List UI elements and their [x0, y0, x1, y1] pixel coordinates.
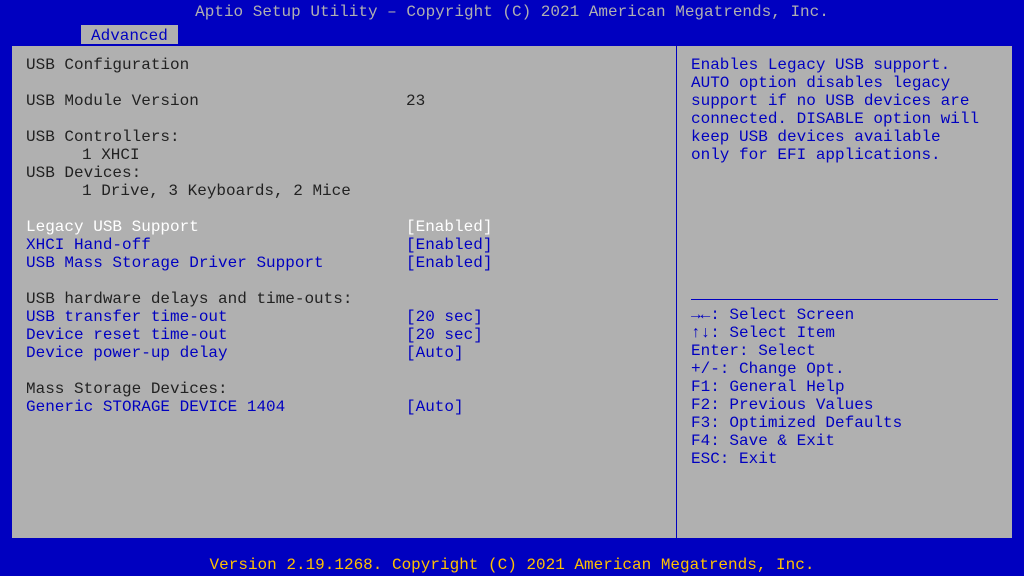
module-version-label: USB Module Version — [26, 92, 406, 110]
divider — [691, 299, 998, 300]
option-mass-storage-driver[interactable]: USB Mass Storage Driver Support [Enabled… — [26, 254, 662, 272]
help-line: keep USB devices available — [691, 128, 941, 146]
help-line: only for EFI applications. — [691, 146, 941, 164]
help-line: support if no USB devices are — [691, 92, 969, 110]
module-version-value: 23 — [406, 92, 662, 110]
help-pane: Enables Legacy USB support. AUTO option … — [677, 46, 1012, 538]
main-frame: USB Configuration USB Module Version 23 … — [10, 44, 1014, 540]
option-label: USB transfer time-out — [26, 308, 406, 326]
option-storage-device[interactable]: Generic STORAGE DEVICE 1404 [Auto] — [26, 398, 662, 416]
devices-label: USB Devices: — [26, 164, 406, 182]
footer-bar: Version 2.19.1268. Copyright (C) 2021 Am… — [0, 554, 1024, 576]
footer-text: Version 2.19.1268. Copyright (C) 2021 Am… — [210, 556, 815, 574]
option-label: Legacy USB Support — [26, 218, 406, 236]
option-label: Generic STORAGE DEVICE 1404 — [26, 398, 406, 416]
option-value: [Enabled] — [406, 236, 662, 254]
key-esc: ESC: Exit — [691, 450, 777, 468]
option-reset-timeout[interactable]: Device reset time-out [20 sec] — [26, 326, 662, 344]
option-xhci-handoff[interactable]: XHCI Hand-off [Enabled] — [26, 236, 662, 254]
mass-storage-label: Mass Storage Devices: — [26, 380, 406, 398]
option-legacy-usb[interactable]: Legacy USB Support [Enabled] — [26, 218, 662, 236]
help-line: connected. DISABLE option will — [691, 110, 979, 128]
option-label: USB Mass Storage Driver Support — [26, 254, 406, 272]
delays-label: USB hardware delays and time-outs: — [26, 290, 406, 308]
option-label: Device power-up delay — [26, 344, 406, 362]
option-value: [Enabled] — [406, 254, 662, 272]
title-bar: Aptio Setup Utility – Copyright (C) 2021… — [0, 0, 1024, 24]
key-select-screen: →←: Select Screen — [691, 306, 854, 324]
option-label: XHCI Hand-off — [26, 236, 406, 254]
help-line: Enables Legacy USB support. — [691, 56, 950, 74]
option-powerup-delay[interactable]: Device power-up delay [Auto] — [26, 344, 662, 362]
option-value: [Auto] — [406, 398, 662, 416]
help-line: AUTO option disables legacy — [691, 74, 950, 92]
key-f2: F2: Previous Values — [691, 396, 873, 414]
settings-pane: USB Configuration USB Module Version 23 … — [12, 46, 677, 538]
option-value: [Auto] — [406, 344, 662, 362]
option-value: [20 sec] — [406, 308, 662, 326]
tab-row: Advanced — [0, 24, 1024, 46]
key-legend: →←: Select Screen ↑↓: Select Item Enter:… — [691, 306, 998, 468]
option-transfer-timeout[interactable]: USB transfer time-out [20 sec] — [26, 308, 662, 326]
section-title: USB Configuration — [26, 56, 406, 74]
key-select-item: ↑↓: Select Item — [691, 324, 835, 342]
title-text: Aptio Setup Utility – Copyright (C) 2021… — [195, 3, 829, 21]
controllers-label: USB Controllers: — [26, 128, 406, 146]
key-f4: F4: Save & Exit — [691, 432, 835, 450]
key-enter: Enter: Select — [691, 342, 816, 360]
key-f1: F1: General Help — [691, 378, 845, 396]
option-value: [20 sec] — [406, 326, 662, 344]
help-text: Enables Legacy USB support. AUTO option … — [691, 56, 998, 164]
option-value: [Enabled] — [406, 218, 662, 236]
key-change: +/-: Change Opt. — [691, 360, 845, 378]
tab-label: Advanced — [91, 27, 168, 45]
option-label: Device reset time-out — [26, 326, 406, 344]
key-f3: F3: Optimized Defaults — [691, 414, 902, 432]
devices-value: 1 Drive, 3 Keyboards, 2 Mice — [82, 182, 351, 200]
controllers-value: 1 XHCI — [82, 146, 140, 164]
